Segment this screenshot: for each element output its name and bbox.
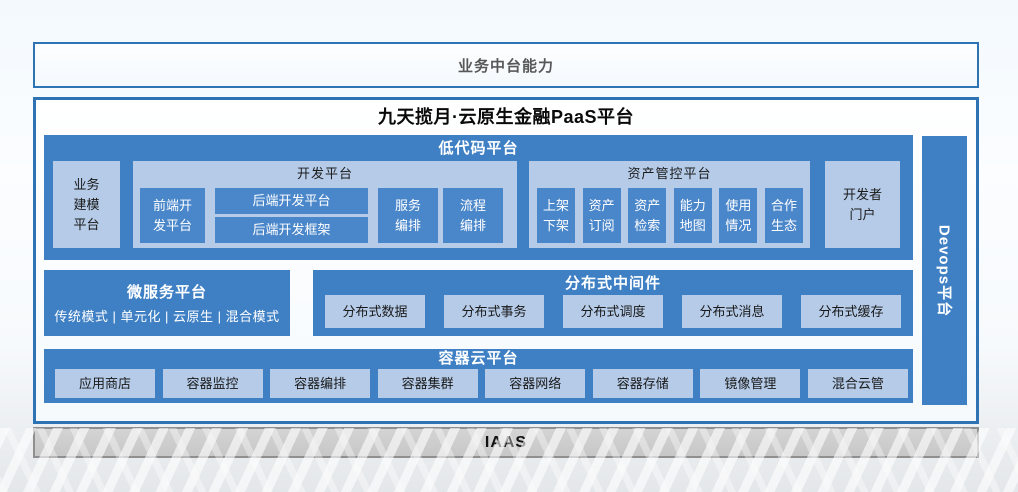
- middleware-item-cache: 分布式缓存: [801, 295, 901, 328]
- asset-control-items-row: 上架下架 资产订阅 资产检索 能力地图 使用情况 合作生态: [537, 188, 803, 243]
- asset-item-subscription: 资产订阅: [583, 188, 621, 243]
- devops-platform-strip: Devops平台: [922, 136, 967, 405]
- asset-item-usage: 使用情况: [719, 188, 757, 243]
- container-item-storage: 容器存储: [593, 369, 693, 398]
- container-cloud-title: 容器云平台: [44, 349, 913, 369]
- asset-item-search: 资产检索: [628, 188, 666, 243]
- frontend-dev-platform-box: 前端开发平台: [140, 188, 205, 243]
- middleware-item-transaction: 分布式事务: [444, 295, 544, 328]
- container-item-image-mgmt: 镜像管理: [700, 369, 800, 398]
- business-modeling-platform-box: 业务建模平台: [53, 161, 120, 248]
- container-item-orchestration: 容器编排: [270, 369, 370, 398]
- asset-control-title: 资产管控平台: [529, 162, 810, 186]
- asset-item-label: 使用情况: [725, 196, 751, 236]
- asset-item-capability-map: 能力地图: [674, 188, 712, 243]
- process-orchestration-box: 流程编排: [443, 188, 503, 243]
- business-middle-platform-banner: 业务中台能力: [33, 42, 979, 88]
- container-item-app-store: 应用商店: [55, 369, 155, 398]
- middleware-items-row: 分布式数据 分布式事务 分布式调度 分布式消息 分布式缓存: [325, 295, 901, 328]
- service-orchestration-box: 服务编排: [378, 188, 438, 243]
- container-item-hybrid-cloud: 混合云管: [808, 369, 908, 398]
- microservice-platform-box: 微服务平台 传统模式 | 单元化 | 云原生 | 混合模式: [44, 270, 290, 336]
- microservice-platform-title: 微服务平台: [127, 281, 207, 302]
- asset-item-label: 资产检索: [634, 196, 660, 236]
- asset-item-label: 能力地图: [680, 196, 706, 236]
- container-item-monitoring: 容器监控: [163, 369, 263, 398]
- container-item-network: 容器网络: [485, 369, 585, 398]
- backend-dev-platform-box: 后端开发平台: [215, 188, 368, 214]
- iaas-bar: IAAS: [33, 427, 979, 458]
- architecture-diagram: 业务中台能力 九天揽月·云原生金融PaaS平台 低代码平台 业务建模平台 开发平…: [0, 0, 1018, 492]
- middleware-item-scheduling: 分布式调度: [563, 295, 663, 328]
- lowcode-platform-title: 低代码平台: [44, 136, 913, 161]
- process-orchestration-label: 流程编排: [460, 196, 486, 236]
- devops-platform-label: Devops平台: [934, 224, 955, 316]
- paas-platform-title: 九天揽月·云原生金融PaaS平台: [33, 100, 979, 132]
- backend-dev-framework-box: 后端开发框架: [215, 217, 368, 243]
- frontend-dev-platform-label: 前端开发平台: [153, 196, 192, 236]
- service-orchestration-label: 服务编排: [395, 196, 421, 236]
- asset-item-cooperation: 合作生态: [765, 188, 803, 243]
- container-items-row: 应用商店 容器监控 容器编排 容器集群 容器网络 容器存储 镜像管理 混合云管: [55, 369, 908, 398]
- middleware-item-data: 分布式数据: [325, 295, 425, 328]
- asset-item-label: 上架下架: [543, 196, 569, 236]
- asset-item-shelving: 上架下架: [537, 188, 575, 243]
- middleware-item-messaging: 分布式消息: [682, 295, 782, 328]
- business-modeling-label: 业务建模平台: [74, 175, 100, 235]
- asset-item-label: 合作生态: [771, 196, 797, 236]
- asset-item-label: 资产订阅: [589, 196, 615, 236]
- distributed-middleware-title: 分布式中间件: [313, 272, 913, 295]
- container-item-cluster: 容器集群: [378, 369, 478, 398]
- banner-label: 业务中台能力: [458, 55, 554, 76]
- iaas-label: IAAS: [485, 434, 527, 452]
- microservice-modes-label: 传统模式 | 单元化 | 云原生 | 混合模式: [54, 306, 279, 325]
- developer-portal-label: 开发者门户: [843, 185, 882, 225]
- developer-portal-box: 开发者门户: [825, 161, 900, 248]
- dev-platform-title: 开发平台: [133, 162, 517, 186]
